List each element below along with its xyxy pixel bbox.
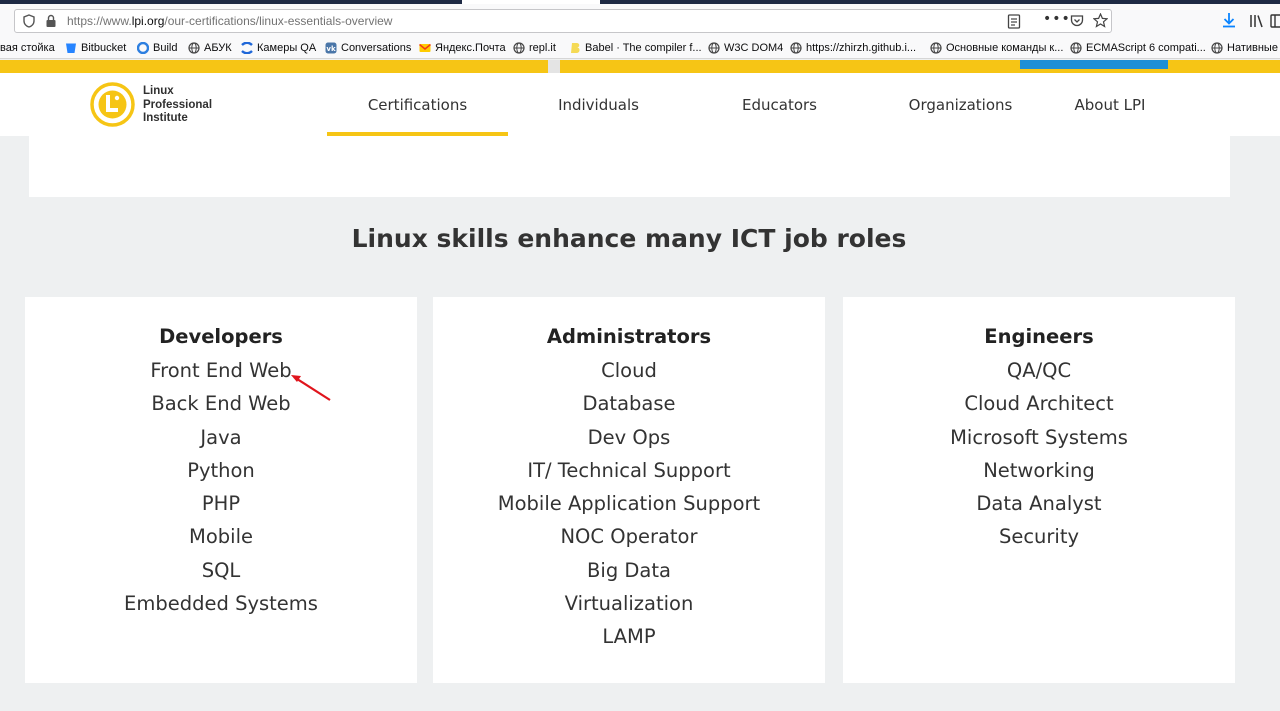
logo-text[interactable]: Linux Professional Institute [143, 85, 212, 126]
globe-icon [1211, 42, 1223, 54]
bookmark-item[interactable]: АБУК [188, 40, 232, 56]
page-actions-icon[interactable]: ••• [1043, 11, 1071, 27]
bookmarks-toolbar: вая стойка Bitbucket Build АБУК Камеры Q… [0, 36, 1280, 59]
job-role-list: QA/QC Cloud Architect Microsoft Systems … [843, 356, 1235, 556]
tracking-shield-icon[interactable] [23, 14, 35, 28]
job-role-item: PHP [201, 492, 241, 516]
bookmark-item[interactable]: Основные команды к... [930, 40, 1063, 56]
card-engineers: Engineers QA/QC Cloud Architect Microsof… [843, 297, 1235, 683]
job-role-item: Security [998, 525, 1080, 549]
card-title: Developers [159, 325, 283, 348]
bookmark-item[interactable]: Build [137, 40, 177, 56]
job-role-item: Data Analyst [976, 492, 1102, 516]
job-role-item: Mobile Application Support [497, 492, 761, 516]
build-icon [137, 42, 149, 54]
job-role-item: IT/ Technical Support [527, 458, 731, 482]
library-icon[interactable] [1249, 13, 1265, 29]
pocket-icon[interactable] [1070, 14, 1084, 28]
globe-icon [513, 42, 525, 54]
job-role-item: Mobile [189, 525, 253, 549]
utility-bar [0, 60, 1280, 73]
card-administrators: Administrators Cloud Database Dev Ops IT… [433, 297, 825, 683]
site-header: Linux Professional Institute Certificati… [0, 73, 1280, 136]
bookmark-item[interactable]: vk Conversations [325, 40, 411, 56]
confluence-icon [241, 42, 253, 54]
sidebar-icon[interactable] [1270, 13, 1280, 29]
browser-toolbar: https://www.lpi.org/our-certifications/l… [0, 4, 1280, 36]
job-role-item: Microsoft Systems [950, 425, 1128, 449]
svg-text:vk: vk [326, 45, 336, 53]
job-role-item: Database [582, 392, 676, 416]
bookmark-item[interactable]: https://zhirzh.github.i... [790, 40, 916, 56]
job-role-item: Virtualization [564, 592, 694, 616]
bitbucket-icon [66, 43, 76, 53]
nav-individuals[interactable]: Individuals [508, 73, 689, 136]
card-title: Administrators [546, 325, 712, 348]
job-role-item: Cloud Architect [964, 392, 1114, 416]
globe-icon [1070, 42, 1082, 54]
bookmark-item[interactable]: Яндекс.Почта [419, 40, 506, 56]
nav-certifications[interactable]: Certifications [327, 73, 508, 136]
job-role-list: Front End Web Back End Web Java Python P… [25, 356, 417, 622]
globe-icon [790, 42, 802, 54]
job-role-item: Networking [983, 458, 1095, 482]
mail-icon [419, 43, 431, 52]
job-role-item: Java [200, 425, 242, 449]
reader-view-icon[interactable] [1007, 14, 1021, 29]
globe-icon [708, 42, 720, 54]
downloads-icon[interactable] [1222, 12, 1236, 28]
utility-separator [548, 60, 560, 73]
job-role-item: Dev Ops [587, 425, 671, 449]
babel-icon [571, 43, 580, 53]
job-role-item: Front End Web [150, 359, 292, 382]
bookmark-star-icon[interactable] [1093, 13, 1108, 28]
bookmark-item[interactable]: repl.it [513, 40, 556, 56]
lpi-logo-icon[interactable] [90, 82, 135, 127]
job-role-item: Embedded Systems [124, 592, 318, 616]
nav-educators[interactable]: Educators [689, 73, 870, 136]
url-text[interactable]: https://www.lpi.org/our-certifications/l… [67, 14, 392, 28]
job-role-item: Python [187, 458, 255, 482]
job-role-item: SQL [201, 558, 241, 582]
url-bar[interactable]: https://www.lpi.org/our-certifications/l… [14, 9, 1112, 33]
job-role-item: LAMP [602, 625, 656, 649]
bookmark-item[interactable]: Babel · The compiler f... [569, 40, 702, 56]
content-panel [29, 136, 1230, 197]
bookmark-item[interactable]: Нативные [1211, 40, 1278, 56]
job-role-item: NOC Operator [560, 525, 698, 549]
job-role-item: Cloud [601, 359, 657, 382]
bookmark-item[interactable]: вая стойка [0, 40, 55, 56]
job-role-item: Back End Web [151, 392, 291, 416]
vk-icon: vk [325, 42, 337, 54]
section-title: Linux skills enhance many ICT job roles [351, 224, 907, 253]
bookmark-item[interactable]: W3C DOM4 [708, 40, 783, 56]
nav-about-lpi[interactable]: About LPI [1040, 73, 1180, 136]
globe-icon [188, 42, 200, 54]
bookmark-item[interactable]: ECMAScript 6 compati... [1070, 40, 1206, 56]
job-role-item: Big Data [587, 558, 671, 582]
job-role-list: Cloud Database Dev Ops IT/ Technical Sup… [433, 356, 825, 656]
card-developers: Developers Front End Web Back End Web Ja… [25, 297, 417, 683]
bookmark-item[interactable]: Камеры QA [241, 40, 316, 56]
nav-organizations[interactable]: Organizations [870, 73, 1051, 136]
lock-icon[interactable] [45, 14, 57, 28]
card-title: Engineers [984, 325, 1094, 348]
job-role-item: QA/QC [1006, 359, 1072, 382]
bookmark-item[interactable]: Bitbucket [65, 40, 126, 56]
annotation-arrow-icon [291, 375, 331, 401]
globe-icon [930, 42, 942, 54]
utility-cta-button[interactable] [1020, 60, 1168, 69]
